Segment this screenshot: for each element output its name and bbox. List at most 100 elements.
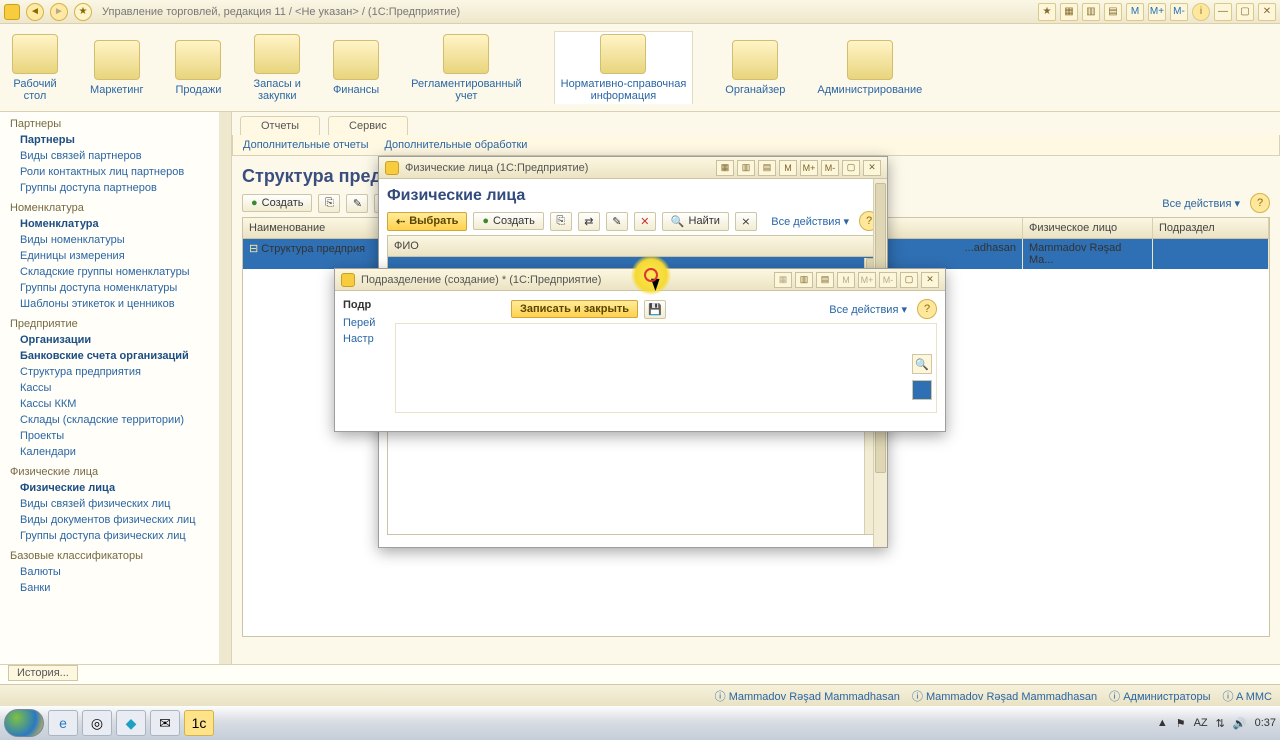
clear-find[interactable]: ⨯ <box>735 212 757 231</box>
sidebar-item[interactable]: Виды связей физических лиц <box>0 496 231 512</box>
section-sales[interactable]: Продажи <box>175 40 221 96</box>
nav-fwd[interactable]: ► <box>50 3 68 21</box>
dw-cal[interactable]: ▤ <box>816 272 834 288</box>
m-minus-icon[interactable]: M- <box>1170 3 1188 21</box>
sidebar-item[interactable]: Кассы <box>0 380 231 396</box>
dept-window[interactable]: Подразделение (создание) * (1С:Предприят… <box>334 268 946 432</box>
col-person[interactable]: Физическое лицо <box>1023 218 1153 238</box>
win-tool-a[interactable]: ▦ <box>716 160 734 176</box>
sidebar-item[interactable]: Банки <box>0 580 231 596</box>
persons-all[interactable]: Все действия ▾ <box>767 213 853 230</box>
task-ie-icon[interactable]: e <box>48 710 78 736</box>
save-close-button[interactable]: Записать и закрыть <box>511 300 638 318</box>
minimize-button[interactable]: — <box>1214 3 1232 21</box>
sidebar-item[interactable]: Склады (складские территории) <box>0 412 231 428</box>
sidebar-item[interactable]: Валюты <box>0 564 231 580</box>
task-1c-icon[interactable]: 1c <box>184 710 214 736</box>
all-actions[interactable]: Все действия ▾ <box>1158 195 1244 212</box>
tray-lang[interactable]: AZ <box>1194 717 1208 729</box>
task-folder-icon[interactable]: ✉ <box>150 710 180 736</box>
dw-close[interactable]: ✕ <box>921 272 939 288</box>
help-icon[interactable]: i <box>1192 3 1210 21</box>
panel-tab-reports[interactable]: Отчеты <box>240 116 320 135</box>
dept-help[interactable]: ? <box>917 299 937 319</box>
section-admin[interactable]: Администрирование <box>817 40 922 96</box>
sidebar-item[interactable]: Роли контактных лиц партнеров <box>0 164 231 180</box>
sidebar-item[interactable]: Кассы ККМ <box>0 396 231 412</box>
edit-button[interactable]: ✎ <box>346 194 368 213</box>
sidebar-item[interactable]: Банковские счета организаций <box>0 348 231 364</box>
lookup-button-2[interactable] <box>912 380 932 400</box>
panel-sub-reports[interactable]: Дополнительные отчеты <box>243 139 368 151</box>
tray-net-icon[interactable]: ⇅ <box>1216 717 1225 730</box>
dw-calc[interactable]: ▥ <box>795 272 813 288</box>
win-close[interactable]: ✕ <box>863 160 881 176</box>
help-button[interactable]: ? <box>1250 193 1270 213</box>
sidebar-item[interactable]: Группы доступа физических лиц <box>0 528 231 544</box>
win-calc-icon[interactable]: ▥ <box>737 160 755 176</box>
fav-star-icon[interactable]: ★ <box>1038 3 1056 21</box>
persons-copy[interactable]: ⎘ <box>550 212 572 231</box>
save-button[interactable]: 💾 <box>644 300 666 319</box>
dw-restore[interactable]: ▢ <box>900 272 918 288</box>
dept-tab-go[interactable]: Перей <box>343 317 385 329</box>
col-dept[interactable]: Подраздел <box>1153 218 1269 238</box>
copy-button[interactable]: ⎘ <box>318 194 340 213</box>
panel-tab-service[interactable]: Сервис <box>328 116 408 135</box>
dept-tab-settings[interactable]: Настр <box>343 333 385 345</box>
tray-vol-icon[interactable]: 🔊 <box>1233 717 1247 730</box>
section-stock[interactable]: Запасы изакупки <box>253 34 300 102</box>
start-button[interactable] <box>4 709 44 737</box>
sidebar-item[interactable]: Виды документов физических лиц <box>0 512 231 528</box>
persons-col-fio[interactable]: ФИО <box>388 236 878 256</box>
task-app-icon[interactable]: ◆ <box>116 710 146 736</box>
dept-all[interactable]: Все действия ▾ <box>825 301 911 318</box>
sidebar-item[interactable]: Календари <box>0 444 231 460</box>
status-user-1[interactable]: ⓘ Mammadov Rəşad Mammadhasan <box>715 688 900 704</box>
win-restore[interactable]: ▢ <box>842 160 860 176</box>
section-reference[interactable]: Нормативно-справочнаяинформация <box>554 31 694 104</box>
create-button[interactable]: ●Создать <box>242 194 312 212</box>
history-button[interactable]: История... <box>8 665 78 681</box>
maximize-button[interactable]: ▢ <box>1236 3 1254 21</box>
sidebar-item[interactable]: Виды связей партнеров <box>0 148 231 164</box>
sidebar-item[interactable]: Физические лица <box>0 480 231 496</box>
sidebar-item[interactable]: Организации <box>0 332 231 348</box>
nav-back[interactable]: ◄ <box>26 3 44 21</box>
m-icon[interactable]: M <box>1126 3 1144 21</box>
sidebar-item[interactable]: Номенклатура <box>0 216 231 232</box>
close-button[interactable]: ✕ <box>1258 3 1276 21</box>
win-m[interactable]: M <box>779 160 797 176</box>
sidebar-item[interactable]: Группы доступа партнеров <box>0 180 231 196</box>
sidebar-item[interactable]: Шаблоны этикеток и ценников <box>0 296 231 312</box>
sidebar-item[interactable]: Партнеры <box>0 132 231 148</box>
status-mmc[interactable]: ⓘ A MMC <box>1222 688 1272 704</box>
tray-flag2-icon[interactable]: ⚑ <box>1176 717 1186 730</box>
win-calendar-icon[interactable]: ▤ <box>758 160 776 176</box>
calc-icon[interactable]: ▥ <box>1082 3 1100 21</box>
lookup-button-1[interactable]: 🔍 <box>912 354 932 374</box>
select-button[interactable]: ⇠Выбрать <box>387 212 467 231</box>
sidebar-scrollbar[interactable] <box>219 112 231 664</box>
sidebar-item[interactable]: Единицы измерения <box>0 248 231 264</box>
status-user-2[interactable]: ⓘ Mammadov Rəşad Mammadhasan <box>912 688 1097 704</box>
win-mplus[interactable]: M+ <box>800 160 818 176</box>
tool-a-icon[interactable]: ▦ <box>1060 3 1078 21</box>
section-desktop[interactable]: Рабочийстол <box>12 34 58 102</box>
calendar-icon[interactable]: ▤ <box>1104 3 1122 21</box>
status-admins[interactable]: ⓘ Администраторы <box>1109 688 1210 704</box>
sidebar-item[interactable]: Проекты <box>0 428 231 444</box>
task-chrome-icon[interactable]: ◎ <box>82 710 112 736</box>
persons-move[interactable]: ⇄ <box>578 212 600 231</box>
sidebar-item[interactable]: Группы доступа номенклатуры <box>0 280 231 296</box>
favorite-icon[interactable]: ★ <box>74 3 92 21</box>
win-mminus[interactable]: M- <box>821 160 839 176</box>
sidebar-item[interactable]: Складские группы номенклатуры <box>0 264 231 280</box>
persons-create[interactable]: ●Создать <box>473 212 543 230</box>
dw-tool-a[interactable]: ▦ <box>774 272 792 288</box>
section-finance[interactable]: Финансы <box>333 40 379 96</box>
persons-del[interactable]: ✕ <box>634 212 656 231</box>
section-marketing[interactable]: Маркетинг <box>90 40 143 96</box>
section-regaccounting[interactable]: Регламентированныйучет <box>411 34 522 102</box>
find-button[interactable]: 🔍Найти <box>662 212 729 231</box>
